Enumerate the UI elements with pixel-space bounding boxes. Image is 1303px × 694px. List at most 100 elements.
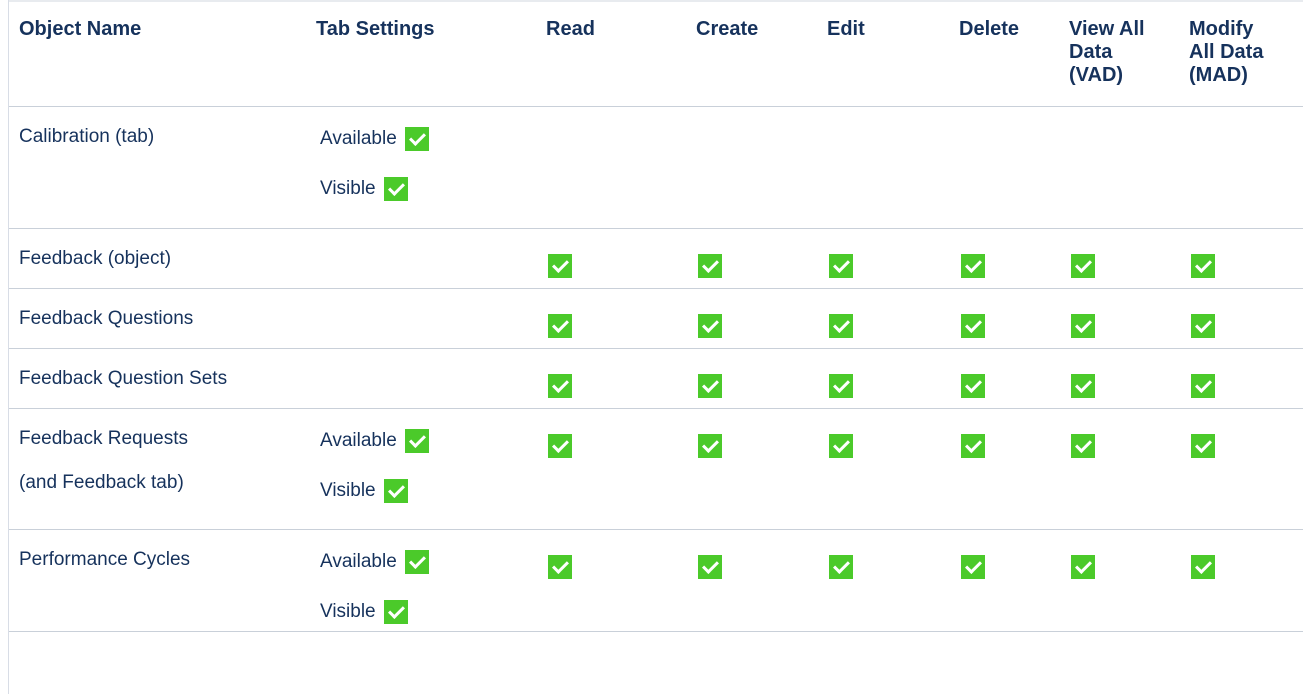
object-name-cell: Feedback Questions [9,288,306,349]
header-label-line: View All [1069,18,1145,40]
checkmark-icon [548,313,572,338]
object-name: Feedback (object) [19,247,172,269]
checkmark-icon [1191,253,1215,278]
header-label-line: (VAD) [1069,64,1124,86]
tab-setting-label: Available [320,550,397,572]
checkmark-icon [404,126,429,151]
permission-cell-mad [1179,288,1303,349]
permission-cell-mad [1179,408,1303,530]
permission-cell-read [536,348,686,409]
table-row: Feedback Question Sets [9,348,1303,409]
tab-setting-visible: Visible [320,477,536,505]
permission-cell-read [536,288,686,349]
permission-cell-create [686,106,817,229]
header-label: Object Name [19,18,142,40]
object-name-cell: Calibration (tab) [9,106,306,229]
permission-cell-vad [1059,529,1179,632]
checkmark-icon [1071,433,1095,458]
header-modify-all-data: Modify All Data (MAD) [1179,0,1303,107]
permission-cell-read [536,106,686,229]
checkmark-icon [961,433,985,458]
header-delete: Delete [949,0,1059,107]
checkmark-icon [383,478,408,503]
object-name-cell: Feedback Requests (and Feedback tab) [9,408,306,530]
tab-settings-cell: Available Visible [306,106,536,229]
table-row: Feedback Requests (and Feedback tab) Avail… [9,408,1303,530]
header-label-line: Data [1069,41,1113,63]
checkmark-icon [829,253,853,278]
permission-cell-edit [817,348,949,409]
checkmark-icon [1071,253,1095,278]
header-row: Object Name Tab Settings Read Create Edi… [9,0,1303,107]
permission-cell-delete [949,228,1059,289]
checkmark-icon [961,253,985,278]
tab-settings-cell: Available Visible [306,408,536,530]
object-name-cell: Feedback Question Sets [9,348,306,409]
object-name: Feedback Question Sets [19,367,228,389]
checkmark-icon [548,433,572,458]
object-name-cell: Performance Cycles [9,529,306,632]
table-row: Feedback Questions [9,288,1303,349]
checkmark-icon [548,253,572,278]
tab-setting-label: Visible [320,177,376,199]
permission-cell-edit [817,288,949,349]
permission-cell-mad [1179,348,1303,409]
tab-setting-available: Available [320,427,536,455]
table-row: Performance Cycles Available Visible [9,529,1303,632]
checkmark-icon [698,253,722,278]
table-body: Calibration (tab) Available Visible Feedbac… [9,106,1303,632]
object-name-cell: Feedback (object) [9,228,306,289]
permission-cell-delete [949,288,1059,349]
permission-cell-read [536,408,686,530]
permission-cell-vad [1059,106,1179,229]
permission-cell-create [686,529,817,632]
object-name: Calibration (tab) [19,125,155,147]
permission-cell-edit [817,106,949,229]
checkmark-icon [404,428,429,453]
permission-cell-edit [817,228,949,289]
permission-cell-create [686,228,817,289]
checkmark-icon [829,313,853,338]
checkmark-icon [548,554,572,579]
tab-settings-cell [306,228,536,289]
permission-cell-delete [949,408,1059,530]
checkmark-icon [1071,373,1095,398]
object-name: Feedback Questions [19,307,194,329]
checkmark-icon [829,554,853,579]
header-label-line: (MAD) [1189,64,1248,86]
permission-cell-edit [817,529,949,632]
header-label: Edit [827,18,865,40]
object-name: Feedback Requests [19,427,188,449]
header-view-all-data: View All Data (VAD) [1059,0,1179,107]
checkmark-icon [1191,313,1215,338]
tab-settings-cell: Available Visible [306,529,536,632]
checkmark-icon [698,554,722,579]
checkmark-icon [829,433,853,458]
tab-setting-visible: Visible [320,175,536,203]
permission-cell-delete [949,348,1059,409]
table-row: Calibration (tab) Available Visible [9,106,1303,229]
checkmark-icon [698,433,722,458]
checkmark-icon [1071,554,1095,579]
checkmark-icon [961,313,985,338]
checkmark-icon [961,554,985,579]
table-row: Feedback (object) [9,228,1303,289]
object-permissions-table: Object Name Tab Settings Read Create Edi… [9,0,1303,632]
permissions-table-container: Object Name Tab Settings Read Create Edi… [8,0,1303,694]
header-label: Delete [959,18,1020,40]
checkmark-icon [698,313,722,338]
header-read: Read [536,0,686,107]
permission-cell-create [686,288,817,349]
permission-cell-delete [949,106,1059,229]
permission-cell-vad [1059,228,1179,289]
header-label-line: Modify [1189,18,1254,40]
permission-cell-create [686,408,817,530]
tab-setting-available: Available [320,125,536,153]
permission-cell-mad [1179,228,1303,289]
checkmark-icon [383,176,408,201]
checkmark-icon [829,373,853,398]
checkmark-icon [1191,433,1215,458]
tab-setting-label: Visible [320,600,376,622]
permission-cell-vad [1059,408,1179,530]
checkmark-icon [404,549,429,574]
